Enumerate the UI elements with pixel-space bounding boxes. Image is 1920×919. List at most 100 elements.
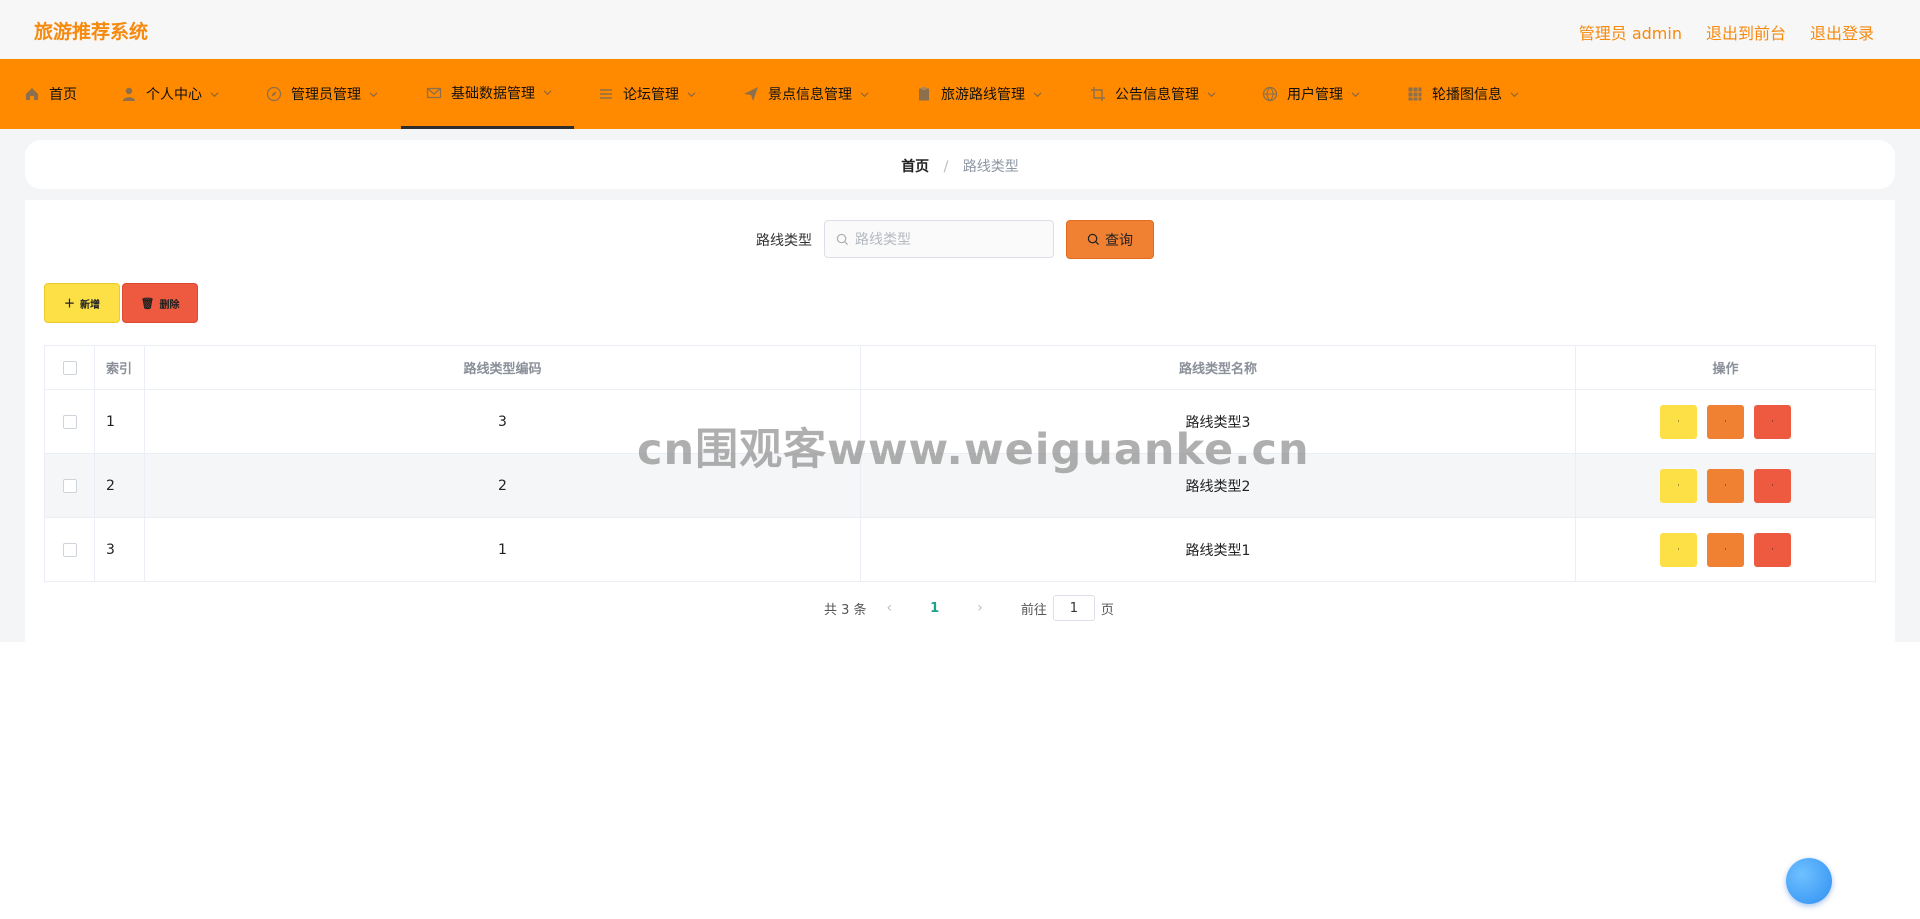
clipboard-icon (919, 87, 929, 101)
chevron-right-icon[interactable]: › (977, 600, 983, 616)
chevron-down-icon (369, 91, 378, 97)
query-button-label: 查询 (1105, 232, 1133, 249)
delete-button-label: 删除 (159, 299, 180, 311)
chevron-down-icon (210, 91, 219, 97)
row-actions: · · · (1660, 532, 1791, 567)
nav-item-forum[interactable]: 论坛管理 (598, 59, 696, 129)
add-button[interactable]: ＋ 新增 (44, 283, 120, 323)
crop-icon (1091, 87, 1105, 101)
nav-item-base-data[interactable]: 基础数据管理 (401, 59, 574, 129)
search-icon (1087, 233, 1100, 246)
nav-item-label: 论坛管理 (623, 87, 679, 103)
nav-item-label: 轮播图信息 (1432, 87, 1502, 103)
row-select-cell (44, 517, 95, 582)
row-select-cell (44, 453, 95, 518)
chevron-down-icon (1033, 91, 1042, 97)
view-button[interactable]: · (1660, 468, 1697, 503)
header-name: 路线类型名称 (860, 345, 1576, 390)
search-label: 路线类型 (756, 233, 812, 249)
nav-item-profile[interactable]: 个人中心 (121, 59, 219, 129)
send-icon (744, 87, 758, 101)
row-select-cell (44, 389, 95, 454)
header-index: 索引 (94, 345, 145, 390)
view-button[interactable]: · (1660, 532, 1697, 567)
table-row: 3 1 路线类型1 · · · (44, 517, 1876, 582)
breadcrumb-home[interactable]: 首页 (901, 159, 929, 175)
header-actions: 操作 (1575, 345, 1876, 390)
row-delete-button[interactable]: · (1754, 532, 1791, 567)
table-header-row: 索引 路线类型编码 路线类型名称 操作 (44, 345, 1876, 390)
nav-item-routes[interactable]: 旅游路线管理 (916, 59, 1042, 129)
edit-button[interactable]: · (1707, 404, 1744, 439)
goto-label: 前往 (1020, 602, 1047, 618)
nav-item-label: 景点信息管理 (768, 87, 852, 103)
globe-icon (1262, 86, 1278, 102)
chevron-left-icon[interactable]: ‹ (887, 600, 893, 616)
breadcrumb: 首页 / 路线类型 (25, 156, 1895, 176)
nav-item-attractions[interactable]: 景点信息管理 (743, 59, 869, 129)
main-nav: 首页 个人中心 管理员管理 基础数据管理 论坛管理 景点信息管理 旅游路线管理 … (0, 59, 1920, 129)
index-cell: 1 (94, 389, 145, 454)
app-title: 旅游推荐系统 (34, 21, 149, 43)
user-icon (123, 87, 135, 101)
back-to-frontend-link[interactable]: 退出到前台 (1706, 20, 1786, 44)
list-icon (600, 89, 612, 99)
home-icon (26, 88, 38, 100)
row-delete-button[interactable]: · (1754, 468, 1791, 503)
nav-item-users[interactable]: 用户管理 (1262, 59, 1360, 129)
chevron-down-icon (1207, 91, 1216, 97)
name-cell: 路线类型1 (860, 517, 1576, 582)
chevron-down-icon (1510, 91, 1519, 97)
compass-icon (266, 86, 282, 102)
mail-icon (426, 87, 442, 98)
nav-item-announcements[interactable]: 公告信息管理 (1090, 59, 1216, 129)
nav-item-home[interactable]: 首页 (24, 59, 77, 129)
search-field[interactable] (824, 220, 1054, 259)
actions-cell: · · · (1575, 453, 1876, 518)
nav-item-carousel[interactable]: 轮播图信息 (1407, 59, 1519, 129)
index-cell: 3 (94, 517, 145, 582)
page-suffix: 页 (1100, 602, 1114, 618)
chevron-down-icon (543, 90, 552, 96)
nav-item-admin-manage[interactable]: 管理员管理 (266, 59, 378, 129)
nav-item-label: 基础数据管理 (451, 85, 535, 102)
grid-icon (1408, 87, 1422, 101)
plus-icon: ＋ (64, 297, 75, 310)
add-button-label: 新增 (80, 299, 100, 311)
row-checkbox[interactable] (62, 478, 77, 493)
actions-cell: · · · (1575, 517, 1876, 582)
page-number-current[interactable]: 1 (930, 601, 939, 616)
nav-item-label: 管理员管理 (291, 87, 361, 103)
actions-cell: · · · (1575, 389, 1876, 454)
top-header: 旅游推荐系统 管理员 admin 退出到前台 退出登录 (0, 0, 1920, 59)
header-code: 路线类型编码 (144, 345, 861, 390)
trash-icon: 🗑 (140, 296, 155, 310)
admin-user-link[interactable]: 管理员 admin (1579, 20, 1682, 44)
select-all-checkbox[interactable] (62, 360, 77, 375)
row-actions: · · · (1660, 404, 1791, 439)
nav-item-label: 公告信息管理 (1115, 87, 1199, 103)
row-delete-button[interactable]: · (1754, 404, 1791, 439)
breadcrumb-separator: / (943, 159, 949, 175)
pagination-total: 共 3 条 (824, 602, 867, 618)
row-checkbox[interactable] (62, 542, 77, 557)
goto-page-input[interactable] (1052, 595, 1095, 621)
delete-button[interactable]: 🗑 删除 (122, 283, 198, 323)
chevron-down-icon (687, 91, 696, 97)
chevron-down-icon (860, 91, 869, 97)
view-button[interactable]: · (1660, 404, 1697, 439)
chevron-down-icon (1351, 91, 1360, 97)
watermark: cn围观客www.weiguanke.cn (637, 425, 1310, 475)
nav-item-label: 用户管理 (1287, 87, 1343, 103)
code-cell: 1 (144, 517, 861, 582)
row-checkbox[interactable] (62, 414, 77, 429)
floating-action-button[interactable] (1786, 858, 1832, 904)
edit-button[interactable]: · (1707, 468, 1744, 503)
query-button[interactable]: 查询 (1066, 220, 1154, 259)
search-input[interactable] (853, 221, 1052, 259)
nav-item-label: 旅游路线管理 (941, 87, 1025, 103)
search-icon (836, 233, 849, 246)
logout-link[interactable]: 退出登录 (1810, 20, 1874, 44)
edit-button[interactable]: · (1707, 532, 1744, 567)
nav-item-label: 首页 (49, 87, 77, 103)
